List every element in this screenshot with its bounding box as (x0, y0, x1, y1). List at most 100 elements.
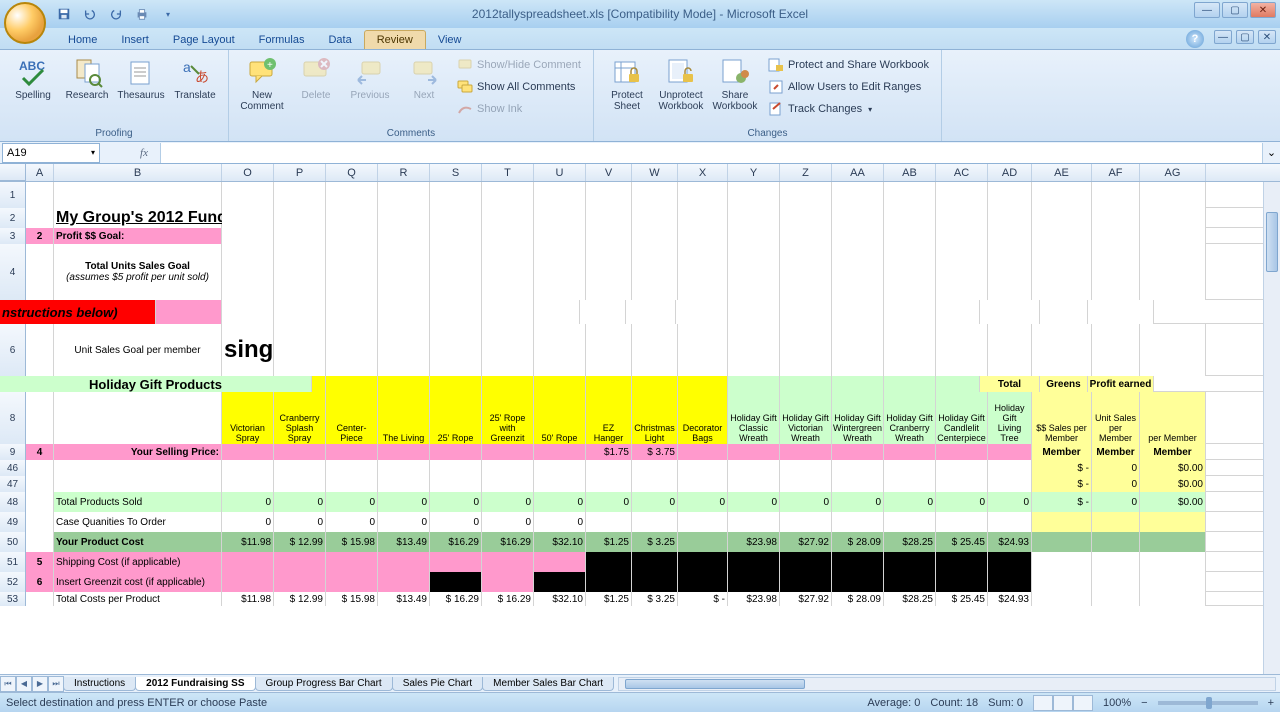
tab-data[interactable]: Data (316, 31, 363, 49)
cell-S2[interactable] (430, 208, 482, 228)
tab-insert[interactable]: Insert (109, 31, 161, 49)
cell-AA3[interactable] (832, 228, 884, 244)
cell-B48[interactable]: Total Products Sold (54, 492, 222, 512)
row-header-6[interactable]: 6 (0, 324, 26, 376)
cell-A9[interactable]: 4 (26, 444, 54, 460)
cell-W51[interactable] (632, 552, 678, 572)
cell-R2[interactable] (378, 208, 430, 228)
cell-T51[interactable] (482, 552, 534, 572)
cell-Q46[interactable] (326, 460, 378, 476)
cell-AC51[interactable] (936, 552, 988, 572)
cell-AA9[interactable] (832, 444, 884, 460)
cell-AB6[interactable] (884, 324, 936, 376)
col-header-AB[interactable]: AB (884, 164, 936, 181)
sheet-nav-next[interactable]: ▶ (32, 676, 48, 692)
cell-A47[interactable] (26, 476, 54, 492)
cell-U51[interactable] (534, 552, 586, 572)
cell-Y2[interactable] (728, 208, 780, 228)
cell-X48[interactable]: 0 (678, 492, 728, 512)
cell-AD1[interactable] (988, 182, 1032, 208)
cell-AB47[interactable] (884, 476, 936, 492)
tab-review[interactable]: Review (364, 30, 426, 49)
cell-A6[interactable] (26, 324, 54, 376)
cell-AA50[interactable]: $ 28.09 (832, 532, 884, 552)
cell-AG2[interactable] (1140, 208, 1206, 228)
cell-X7[interactable] (678, 376, 728, 392)
cell-T48[interactable]: 0 (482, 492, 534, 512)
cell-Y6[interactable] (728, 324, 780, 376)
cell-S46[interactable] (430, 460, 482, 476)
cell-AE50[interactable] (1032, 532, 1092, 552)
cell-V4[interactable] (586, 244, 632, 300)
cell-AA46[interactable] (832, 460, 884, 476)
cell-Y9[interactable] (728, 444, 780, 460)
cell-W50[interactable]: $ 3.25 (632, 532, 678, 552)
cell-Y51[interactable] (728, 552, 780, 572)
cell-AF52[interactable] (1092, 572, 1140, 592)
protect-sheet-button[interactable]: Protect Sheet (602, 54, 652, 114)
cell-P4[interactable] (274, 244, 326, 300)
cell-AD5[interactable] (936, 300, 980, 324)
cell-T53[interactable]: $ 16.29 (482, 592, 534, 606)
col-header-R[interactable]: R (378, 164, 430, 181)
zoom-in-button[interactable]: + (1268, 697, 1274, 709)
cell-X51[interactable] (678, 552, 728, 572)
cell-B6[interactable]: Unit Sales Goal per member (54, 324, 222, 376)
cell-AA7[interactable] (780, 376, 832, 392)
cell-AF6[interactable] (1092, 324, 1140, 376)
cell-V52[interactable] (586, 572, 632, 592)
cell-R5[interactable] (326, 300, 378, 324)
cell-AB9[interactable] (884, 444, 936, 460)
cell-AB48[interactable]: 0 (884, 492, 936, 512)
col-header-O[interactable]: O (222, 164, 274, 181)
cell-AB50[interactable]: $28.25 (884, 532, 936, 552)
cell-AG53[interactable] (1140, 592, 1206, 606)
cell-AC52[interactable] (936, 572, 988, 592)
cell-Y47[interactable] (728, 476, 780, 492)
cell-AB46[interactable] (884, 460, 936, 476)
cell-Z6[interactable] (780, 324, 832, 376)
row-header-50[interactable]: 50 (0, 532, 26, 552)
cell-A51[interactable]: 5 (26, 552, 54, 572)
cell-AF49[interactable] (1092, 512, 1140, 532)
cell-S4[interactable] (430, 244, 482, 300)
cell-Q52[interactable] (326, 572, 378, 592)
col-header-AG[interactable]: AG (1140, 164, 1206, 181)
row-header-53[interactable]: 53 (0, 592, 26, 606)
cell-Z47[interactable] (780, 476, 832, 492)
cell-P1[interactable] (274, 182, 326, 208)
cell-A3[interactable]: 2 (26, 228, 54, 244)
cell-Y49[interactable] (728, 512, 780, 532)
cell-AG3[interactable] (1140, 228, 1206, 244)
cell-Q2[interactable] (326, 208, 378, 228)
cell-Z2[interactable] (780, 208, 832, 228)
sheet-tab-2012-fundraising-ss[interactable]: 2012 Fundraising SS (135, 677, 255, 691)
cell-X52[interactable] (678, 572, 728, 592)
cell-R48[interactable]: 0 (378, 492, 430, 512)
cell-AG1[interactable] (1140, 182, 1206, 208)
cell-AE3[interactable] (1032, 228, 1092, 244)
cell-O46[interactable] (222, 460, 274, 476)
cell-B4[interactable]: Total Units Sales Goal(assumes $5 profit… (54, 244, 222, 300)
cell-AD8[interactable]: Holiday Gift Living Tree (988, 392, 1032, 444)
cell-AE5[interactable] (980, 300, 1040, 324)
cell-AC9[interactable] (936, 444, 988, 460)
cell-AF47[interactable]: 0 (1092, 476, 1140, 492)
cell-AG51[interactable] (1140, 552, 1206, 572)
row-header-47[interactable]: 47 (0, 476, 26, 492)
cell-P48[interactable]: 0 (274, 492, 326, 512)
cell-R50[interactable]: $13.49 (378, 532, 430, 552)
cell-P53[interactable]: $ 12.99 (274, 592, 326, 606)
cell-P9[interactable] (274, 444, 326, 460)
cell-S1[interactable] (430, 182, 482, 208)
cell-AE48[interactable]: $ - (1032, 492, 1092, 512)
cell-Y52[interactable] (728, 572, 780, 592)
cell-B51[interactable]: Shipping Cost (if applicable) (54, 552, 222, 572)
cell-AD9[interactable] (988, 444, 1032, 460)
cell-AG5[interactable] (1088, 300, 1154, 324)
undo-icon[interactable] (78, 3, 102, 25)
cell-AD47[interactable] (988, 476, 1032, 492)
col-header-X[interactable]: X (678, 164, 728, 181)
cell-AE52[interactable] (1032, 572, 1092, 592)
cell-V46[interactable] (586, 460, 632, 476)
